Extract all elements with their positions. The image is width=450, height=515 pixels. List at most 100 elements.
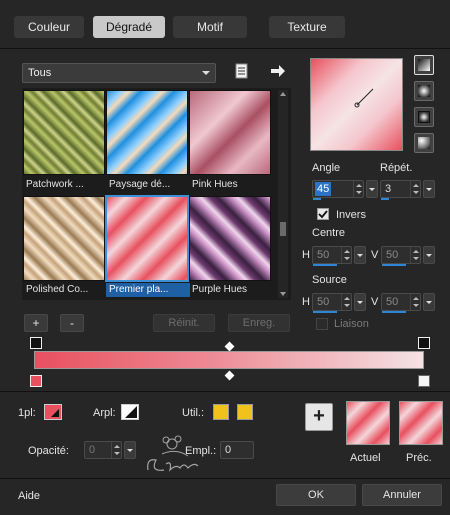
gradient-preview[interactable] xyxy=(310,58,403,151)
source-v-dropdown-button[interactable] xyxy=(423,293,435,311)
util-label: Util.: xyxy=(182,407,204,419)
editor-separator xyxy=(0,391,450,392)
angle-value[interactable]: 45 xyxy=(315,182,332,196)
centre-h-bar xyxy=(313,264,337,266)
source-h-label: H xyxy=(302,296,310,308)
arpl-color-swatch[interactable] xyxy=(121,404,139,420)
repeat-label: Répét. xyxy=(380,162,413,174)
opacity-value[interactable]: 0 xyxy=(87,443,97,457)
save-gradient-icon[interactable] xyxy=(233,63,251,79)
add-preview-button[interactable]: + xyxy=(305,403,333,431)
scroll-up-icon[interactable] xyxy=(280,92,286,96)
chevron-down-icon xyxy=(202,71,210,75)
repeat-bar xyxy=(381,198,389,200)
source-v-label: V xyxy=(371,296,379,308)
centre-v-label: V xyxy=(371,249,379,261)
util-color-swatch-2[interactable] xyxy=(237,404,253,420)
remove-gradient-button[interactable]: - xyxy=(60,314,84,332)
stop-marker-icon[interactable] xyxy=(30,337,42,349)
gradient-angle-handle[interactable] xyxy=(311,59,404,152)
gradient-thumb-paysage[interactable] xyxy=(106,90,188,175)
centre-h-updown-icon[interactable] xyxy=(341,247,351,263)
source-h-updown-icon[interactable] xyxy=(341,294,351,310)
opacity-dropdown-button[interactable] xyxy=(124,441,136,459)
first-color-label: 1pl: xyxy=(18,407,36,419)
tab-degrade[interactable]: Dégradé xyxy=(93,16,165,38)
source-h-bar xyxy=(313,311,337,313)
invert-label[interactable]: Invers xyxy=(336,209,366,221)
centre-h-dropdown-button[interactable] xyxy=(354,246,366,264)
empl-value[interactable]: 0 xyxy=(223,443,233,457)
repeat-spinner[interactable]: 3 xyxy=(380,180,421,200)
stop-marker-icon[interactable] xyxy=(418,337,430,349)
midpoint-diamond-icon[interactable] xyxy=(224,341,235,352)
centre-v-dropdown-button[interactable] xyxy=(423,246,435,264)
angle-dropdown-button[interactable] xyxy=(366,180,378,198)
centre-v-updown-icon[interactable] xyxy=(410,247,420,263)
gradient-thumb-purple-hues[interactable] xyxy=(189,196,271,281)
invert-checkbox[interactable] xyxy=(317,208,329,220)
empl-field[interactable]: 0 xyxy=(220,441,254,459)
ok-button[interactable]: OK xyxy=(276,484,356,506)
centre-label: Centre xyxy=(312,227,346,239)
previous-gradient-swatch[interactable] xyxy=(399,401,443,445)
cancel-button[interactable]: Annuler xyxy=(362,484,442,506)
repeat-value[interactable]: 3 xyxy=(383,182,393,196)
source-v-updown-icon[interactable] xyxy=(410,294,420,310)
centre-h-spinner[interactable]: 50 xyxy=(312,246,352,266)
source-v-spinner[interactable]: 50 xyxy=(381,293,421,313)
radial-style-icon[interactable] xyxy=(414,81,434,101)
reset-button[interactable]: Réinit. xyxy=(153,314,215,332)
first-color-swatch[interactable] xyxy=(44,404,62,420)
current-label: Actuel xyxy=(350,452,381,464)
linear-style-icon[interactable] xyxy=(414,55,434,75)
source-h-dropdown-button[interactable] xyxy=(354,293,366,311)
gradient-thumb-polished-copper[interactable] xyxy=(23,196,105,281)
source-h-spinner[interactable]: 50 xyxy=(312,293,352,313)
scroll-thumb[interactable] xyxy=(280,222,286,236)
stop-marker-icon[interactable] xyxy=(30,375,42,387)
save-button[interactable]: Enreg. xyxy=(228,314,290,332)
gradient-editor[interactable] xyxy=(22,337,434,389)
tab-separator xyxy=(0,48,450,49)
tab-motif[interactable]: Motif xyxy=(173,16,247,38)
source-h-value[interactable]: 50 xyxy=(315,295,331,309)
scroll-down-icon[interactable] xyxy=(280,292,286,296)
opacity-spinner[interactable]: 0 xyxy=(84,441,122,459)
centre-v-value[interactable]: 50 xyxy=(384,248,400,262)
centre-h-label: H xyxy=(302,249,310,261)
stop-marker-icon[interactable] xyxy=(418,375,430,387)
centre-v-spinner[interactable]: 50 xyxy=(381,246,421,266)
angle-spinner[interactable]: 45 xyxy=(312,180,364,200)
source-v-value[interactable]: 50 xyxy=(384,295,400,309)
gradient-thumb-patchwork[interactable] xyxy=(23,90,105,175)
angle-updown-icon[interactable] xyxy=(353,181,363,197)
util-color-swatch-1[interactable] xyxy=(213,404,229,420)
centre-h-value[interactable]: 50 xyxy=(315,248,331,262)
source-v-bar xyxy=(382,311,406,313)
angle-label: Angle xyxy=(312,162,341,174)
opacity-updown-icon[interactable] xyxy=(111,442,121,458)
add-gradient-button[interactable]: + xyxy=(24,314,48,332)
gradient-caption: Paysage dé... xyxy=(109,179,171,190)
current-gradient-swatch[interactable] xyxy=(346,401,390,445)
gradient-bar[interactable] xyxy=(34,351,424,369)
category-dropdown[interactable]: Tous xyxy=(22,63,216,83)
sunburst-style-icon[interactable] xyxy=(414,133,434,153)
repeat-dropdown-button[interactable] xyxy=(423,180,435,198)
tab-couleur[interactable]: Couleur xyxy=(14,16,84,38)
link-checkbox[interactable] xyxy=(316,318,328,330)
gradient-thumb-pink-hues[interactable] xyxy=(189,90,271,175)
gradient-thumb-premier-plan[interactable] xyxy=(105,195,189,282)
repeat-updown-icon[interactable] xyxy=(410,181,420,197)
watermark-logo xyxy=(142,430,212,480)
help-link[interactable]: Aide xyxy=(18,490,40,502)
tab-texture[interactable]: Texture xyxy=(269,16,345,38)
checkmark-icon xyxy=(318,210,328,219)
library-scrollbar[interactable] xyxy=(278,90,288,298)
link-label[interactable]: Liaison xyxy=(334,318,369,330)
arrow-right-icon[interactable] xyxy=(270,64,286,78)
rectangular-style-icon[interactable] xyxy=(414,107,434,127)
midpoint-diamond-icon[interactable] xyxy=(224,370,235,381)
opacity-label: Opacité: xyxy=(28,445,69,457)
